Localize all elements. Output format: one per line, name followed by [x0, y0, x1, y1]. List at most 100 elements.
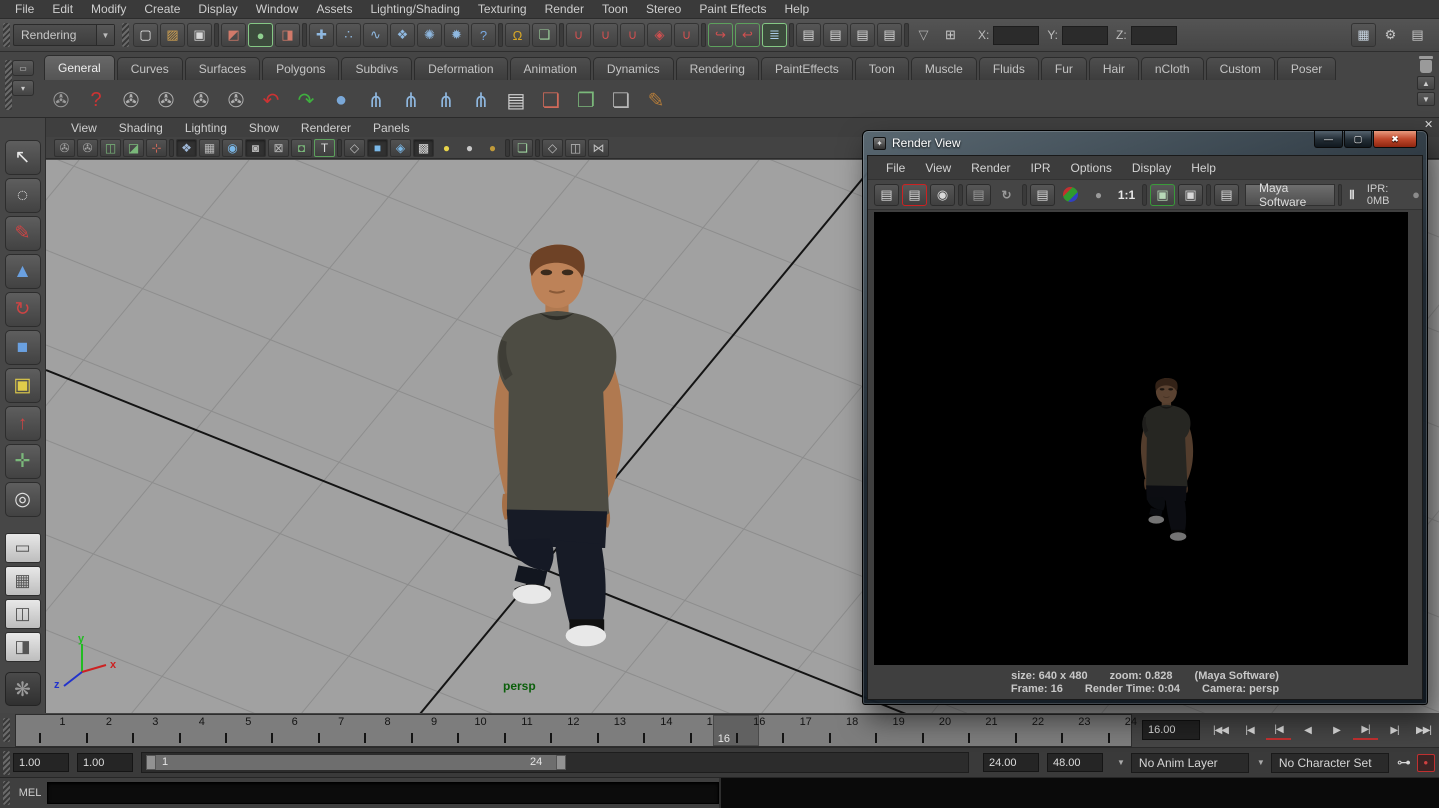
trash-icon[interactable] [1418, 56, 1434, 74]
menu-set-selector[interactable]: Rendering ▼ [13, 24, 115, 46]
selection-mask-deformations-icon[interactable]: ✺ [417, 23, 442, 47]
render-view-menu-item[interactable]: View [915, 161, 961, 175]
shelf-tab[interactable]: Hair [1089, 57, 1139, 80]
universal-manipulator-tool[interactable]: ▣ [5, 368, 41, 403]
auto-keyframe-toggle[interactable]: ● [1417, 754, 1435, 772]
ipr-render-icon[interactable]: ▤ [850, 23, 875, 47]
playback-start-field[interactable] [77, 753, 133, 772]
separator[interactable] [535, 139, 540, 157]
anim-layer-selector[interactable]: No Anim Layer [1131, 753, 1249, 773]
ungroup-icon[interactable]: ⋔ [466, 85, 496, 115]
character-model[interactable] [445, 230, 667, 654]
panel-menu-item[interactable]: Show [238, 121, 290, 135]
safe-title-icon[interactable]: T [314, 139, 335, 157]
drag-grip[interactable] [5, 60, 12, 110]
image-plane-icon[interactable]: ◪ [123, 139, 144, 157]
render-view-window[interactable]: ✦ Render View — ▢ ✖ FileViewRenderIPROpt… [862, 130, 1428, 705]
all-lights-icon[interactable]: ● [459, 139, 480, 157]
separator[interactable] [1142, 184, 1147, 206]
xray-icon[interactable]: ◫ [565, 139, 586, 157]
ipr-region-icon[interactable]: ● [1410, 187, 1422, 202]
selected-lights-icon[interactable]: ● [482, 139, 503, 157]
select-by-object-icon[interactable]: ● [248, 23, 273, 47]
collapse-icon[interactable]: ▽ [911, 23, 936, 47]
normal-constraint-icon[interactable]: ❏ [606, 85, 636, 115]
play-backwards-button[interactable]: ◀ [1295, 720, 1320, 740]
panel-menu-item[interactable]: Lighting [174, 121, 238, 135]
snap-to-curves-icon[interactable]: ∪ [593, 23, 618, 47]
inputs-to-selected-icon[interactable]: ↪ [708, 23, 733, 47]
camera-icon[interactable]: ✇ [116, 85, 146, 115]
menu-item[interactable]: Window [247, 0, 308, 19]
rgb-channels-icon[interactable] [1058, 184, 1083, 206]
frame-cell[interactable]: 22 [992, 715, 1038, 746]
shelf-tab[interactable]: Deformation [414, 57, 507, 80]
scale-tool[interactable]: ■ [5, 330, 41, 365]
separator[interactable] [789, 23, 794, 47]
redo-previous-render-region-icon[interactable]: ▤ [902, 184, 927, 206]
lock-selection-icon[interactable]: Ω [505, 23, 530, 47]
menu-item[interactable]: Modify [82, 0, 135, 19]
chevron-down-icon[interactable]: ▼ [1257, 758, 1265, 767]
alpha-channel-icon[interactable]: ● [1086, 184, 1111, 206]
rendered-image[interactable] [874, 212, 1408, 665]
snap-to-grids-icon[interactable]: ∪ [566, 23, 591, 47]
paint-select-icon[interactable]: ❏ [512, 139, 533, 157]
render-view-menu-item[interactable]: Options [1061, 161, 1122, 175]
rotate-tool[interactable]: ↻ [5, 292, 41, 327]
selection-mask-points-icon[interactable]: ✚ [309, 23, 334, 47]
delete-unused-icon[interactable]: ● [326, 85, 356, 115]
persp-graph-layout-button[interactable]: ◨ [5, 632, 41, 662]
separator[interactable] [958, 184, 963, 206]
remove-image-icon[interactable]: ▣ [1178, 184, 1203, 206]
render-settings-icon[interactable]: ▤ [877, 23, 902, 47]
construction-history-icon[interactable]: ≣ [762, 23, 787, 47]
frame-cell[interactable]: 2 [62, 715, 108, 746]
select-by-component-icon[interactable]: ◨ [275, 23, 300, 47]
menu-item[interactable]: Edit [43, 0, 82, 19]
menu-item[interactable]: Assets [307, 0, 361, 19]
range-slider-track[interactable]: 1 24 [141, 752, 969, 773]
frame-cell[interactable]: 5 [202, 715, 248, 746]
renderer-selector[interactable]: Maya Software [1245, 184, 1335, 206]
select-camera-icon[interactable]: ✇ [54, 139, 75, 157]
paint-selection-tool[interactable]: ✎ [5, 216, 41, 251]
frame-cell[interactable]: 11 [481, 715, 527, 746]
step-forward-key-button[interactable]: ▶| [1353, 720, 1378, 740]
z-field[interactable] [1131, 26, 1177, 45]
separator[interactable] [701, 23, 706, 47]
selection-mask-surfaces-icon[interactable]: ❖ [390, 23, 415, 47]
open-scene-icon[interactable]: ▨ [160, 23, 185, 47]
render-region-icon[interactable]: ▤ [1030, 184, 1055, 206]
bookmark-icon[interactable]: ◫ [100, 139, 121, 157]
mel-command-input[interactable] [47, 782, 719, 804]
frame-ruler[interactable]: 1 2 3 4 5 [15, 714, 1132, 747]
camera-aim-up-icon[interactable]: ✇ [186, 85, 216, 115]
shelf-tab[interactable]: nCloth [1141, 57, 1204, 80]
step-back-key-button[interactable]: |◀ [1266, 720, 1291, 740]
resolution-gate-icon[interactable]: ◉ [222, 139, 243, 157]
pan-zoom-2d-icon[interactable]: ⊹ [146, 139, 167, 157]
outliner-persp-layout-button[interactable]: ◫ [5, 599, 41, 629]
gate-mask-icon[interactable]: ◙ [245, 139, 266, 157]
snap-to-view-planes-icon[interactable]: ◈ [647, 23, 672, 47]
frame-cell[interactable]: 14 [620, 715, 666, 746]
frame-cell[interactable]: 16 16 [713, 715, 759, 746]
four-pane-layout-button[interactable]: ▦ [5, 566, 41, 596]
separator[interactable] [904, 23, 909, 47]
render-globals-icon[interactable]: ✇ [46, 85, 76, 115]
render-view-menu-item[interactable]: File [876, 161, 915, 175]
step-back-frame-button[interactable]: |◀ [1237, 720, 1262, 740]
open-render-settings-icon[interactable]: ▤ [1214, 184, 1239, 206]
shelf-tab[interactable]: Polygons [262, 57, 339, 80]
separator[interactable] [1206, 184, 1211, 206]
drag-grip[interactable] [3, 781, 10, 805]
animation-end-field[interactable] [1047, 753, 1103, 772]
maximize-button[interactable]: ▢ [1344, 131, 1372, 148]
soft-modification-tool[interactable]: ↑ [5, 406, 41, 441]
tool-settings-icon[interactable]: ⚙ [1378, 23, 1403, 47]
shelf-tab[interactable]: Dynamics [593, 57, 674, 80]
separator[interactable] [559, 23, 564, 47]
film-gate-icon[interactable]: ▦ [199, 139, 220, 157]
frame-cell[interactable]: 4 [155, 715, 201, 746]
